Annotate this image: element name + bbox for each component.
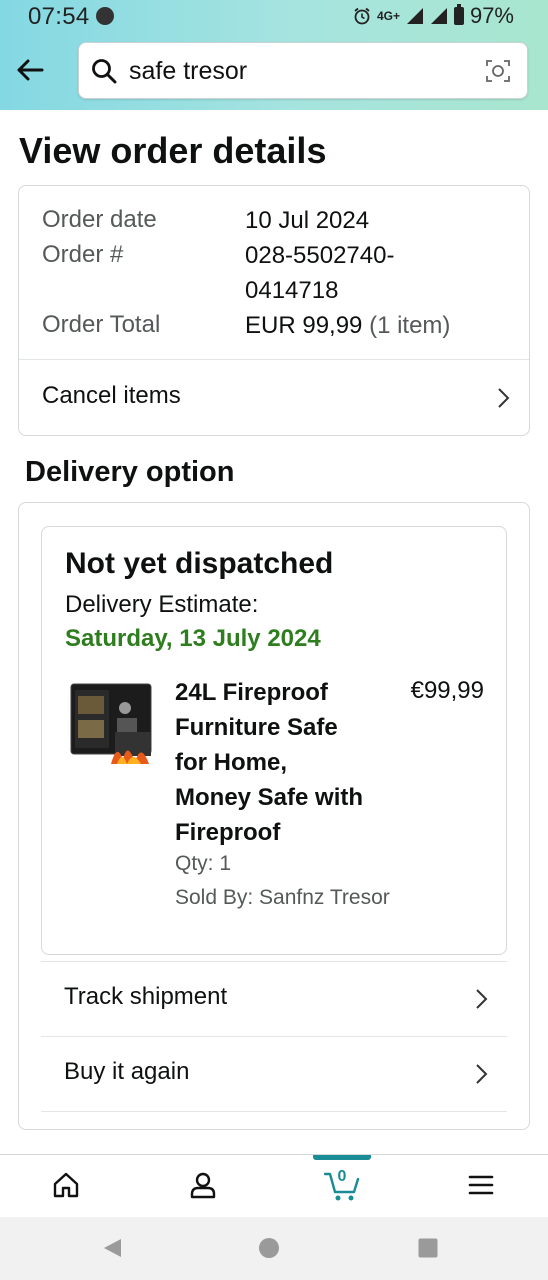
menu-icon bbox=[468, 1175, 494, 1195]
order-date-label: Order date bbox=[42, 206, 157, 233]
chevron-right-icon bbox=[476, 1064, 488, 1084]
system-nav-bar bbox=[0, 1217, 548, 1280]
order-number-label: Order # bbox=[42, 241, 124, 268]
delivery-estimate-label: Delivery Estimate: bbox=[65, 591, 259, 618]
back-arrow-icon[interactable] bbox=[14, 54, 46, 86]
nav-home[interactable] bbox=[26, 1155, 106, 1218]
order-date-value: 10 Jul 2024 bbox=[245, 207, 370, 234]
delivery-section-title: Delivery option bbox=[25, 456, 235, 488]
buy-again-label: Buy it again bbox=[64, 1058, 190, 1085]
sold-by: Sold By: Sanfnz Tresor bbox=[175, 886, 390, 909]
nav-menu[interactable] bbox=[441, 1155, 521, 1218]
status-bar: 07:54 4G+ 97% bbox=[0, 0, 548, 34]
shipment-card: Not yet dispatched Delivery Estimate: Sa… bbox=[41, 526, 507, 955]
status-time: 07:54 bbox=[28, 3, 90, 30]
track-shipment-link[interactable]: Track shipment bbox=[41, 962, 507, 1036]
cancel-items-link[interactable]: Cancel items bbox=[19, 360, 529, 436]
alarm-icon bbox=[354, 7, 370, 25]
system-home-icon[interactable] bbox=[258, 1237, 280, 1259]
buy-again-link[interactable]: Buy it again bbox=[41, 1037, 507, 1111]
divider bbox=[41, 1111, 507, 1112]
product-title-line: for Home, bbox=[175, 749, 288, 776]
order-total: EUR 99,99 (1 item) bbox=[245, 308, 450, 343]
app-header: 07:54 4G+ 97% safe tresor bbox=[0, 0, 548, 110]
battery-percent: 97% bbox=[469, 3, 514, 28]
product-title-line: 24L Fireproof bbox=[175, 679, 328, 706]
product-title-line: Money Safe with bbox=[175, 784, 364, 811]
search-query[interactable]: safe tresor bbox=[129, 57, 247, 86]
signal-icon bbox=[406, 8, 423, 24]
search-icon bbox=[92, 59, 117, 84]
home-icon bbox=[53, 1172, 79, 1198]
status-indicators: 4G+ 97% bbox=[353, 3, 514, 29]
battery-icon bbox=[453, 4, 464, 25]
page-title: View order details bbox=[19, 130, 327, 171]
delivery-card: Not yet dispatched Delivery Estimate: Sa… bbox=[18, 502, 530, 1130]
network-type: 4G+ bbox=[376, 9, 400, 23]
order-total-label: Order Total bbox=[42, 311, 161, 338]
signal-icon bbox=[430, 8, 447, 24]
product-image[interactable] bbox=[65, 680, 157, 765]
product-quantity: Qty: 1 bbox=[175, 852, 232, 875]
cart-count: 0 bbox=[337, 1168, 347, 1185]
cancel-items-label: Cancel items bbox=[42, 382, 181, 409]
system-recents-icon[interactable] bbox=[417, 1237, 439, 1259]
order-number-line2: 0414718 bbox=[245, 277, 339, 304]
product-title-line: Furniture Safe bbox=[175, 714, 338, 741]
order-summary-card: Order date 10 Jul 2024 Order # 028-55027… bbox=[18, 185, 530, 436]
order-number-line1: 028-5502740- bbox=[245, 242, 395, 269]
search-input[interactable]: safe tresor bbox=[78, 42, 528, 99]
product-title-line: Fireproof bbox=[175, 819, 281, 846]
nav-cart[interactable]: 0 bbox=[302, 1155, 382, 1218]
nav-account[interactable] bbox=[163, 1155, 243, 1218]
bottom-nav: 0 bbox=[0, 1154, 548, 1217]
account-icon bbox=[190, 1172, 216, 1199]
track-shipment-label: Track shipment bbox=[64, 983, 228, 1010]
product-price: €99,99 bbox=[410, 677, 484, 704]
notification-dot-icon bbox=[96, 7, 114, 25]
chevron-right-icon bbox=[476, 989, 488, 1009]
delivery-estimate-date: Saturday, 13 July 2024 bbox=[65, 625, 321, 652]
product-title[interactable]: 24L Fireproof Furniture Safe for Home, M… bbox=[175, 675, 395, 850]
order-item-count: (1 item) bbox=[369, 312, 451, 339]
shipment-status: Not yet dispatched bbox=[65, 547, 334, 580]
chevron-right-icon bbox=[498, 388, 510, 408]
system-back-icon[interactable] bbox=[101, 1237, 123, 1259]
order-total-value: EUR 99,99 bbox=[245, 312, 363, 339]
camera-search-icon[interactable] bbox=[485, 58, 511, 84]
